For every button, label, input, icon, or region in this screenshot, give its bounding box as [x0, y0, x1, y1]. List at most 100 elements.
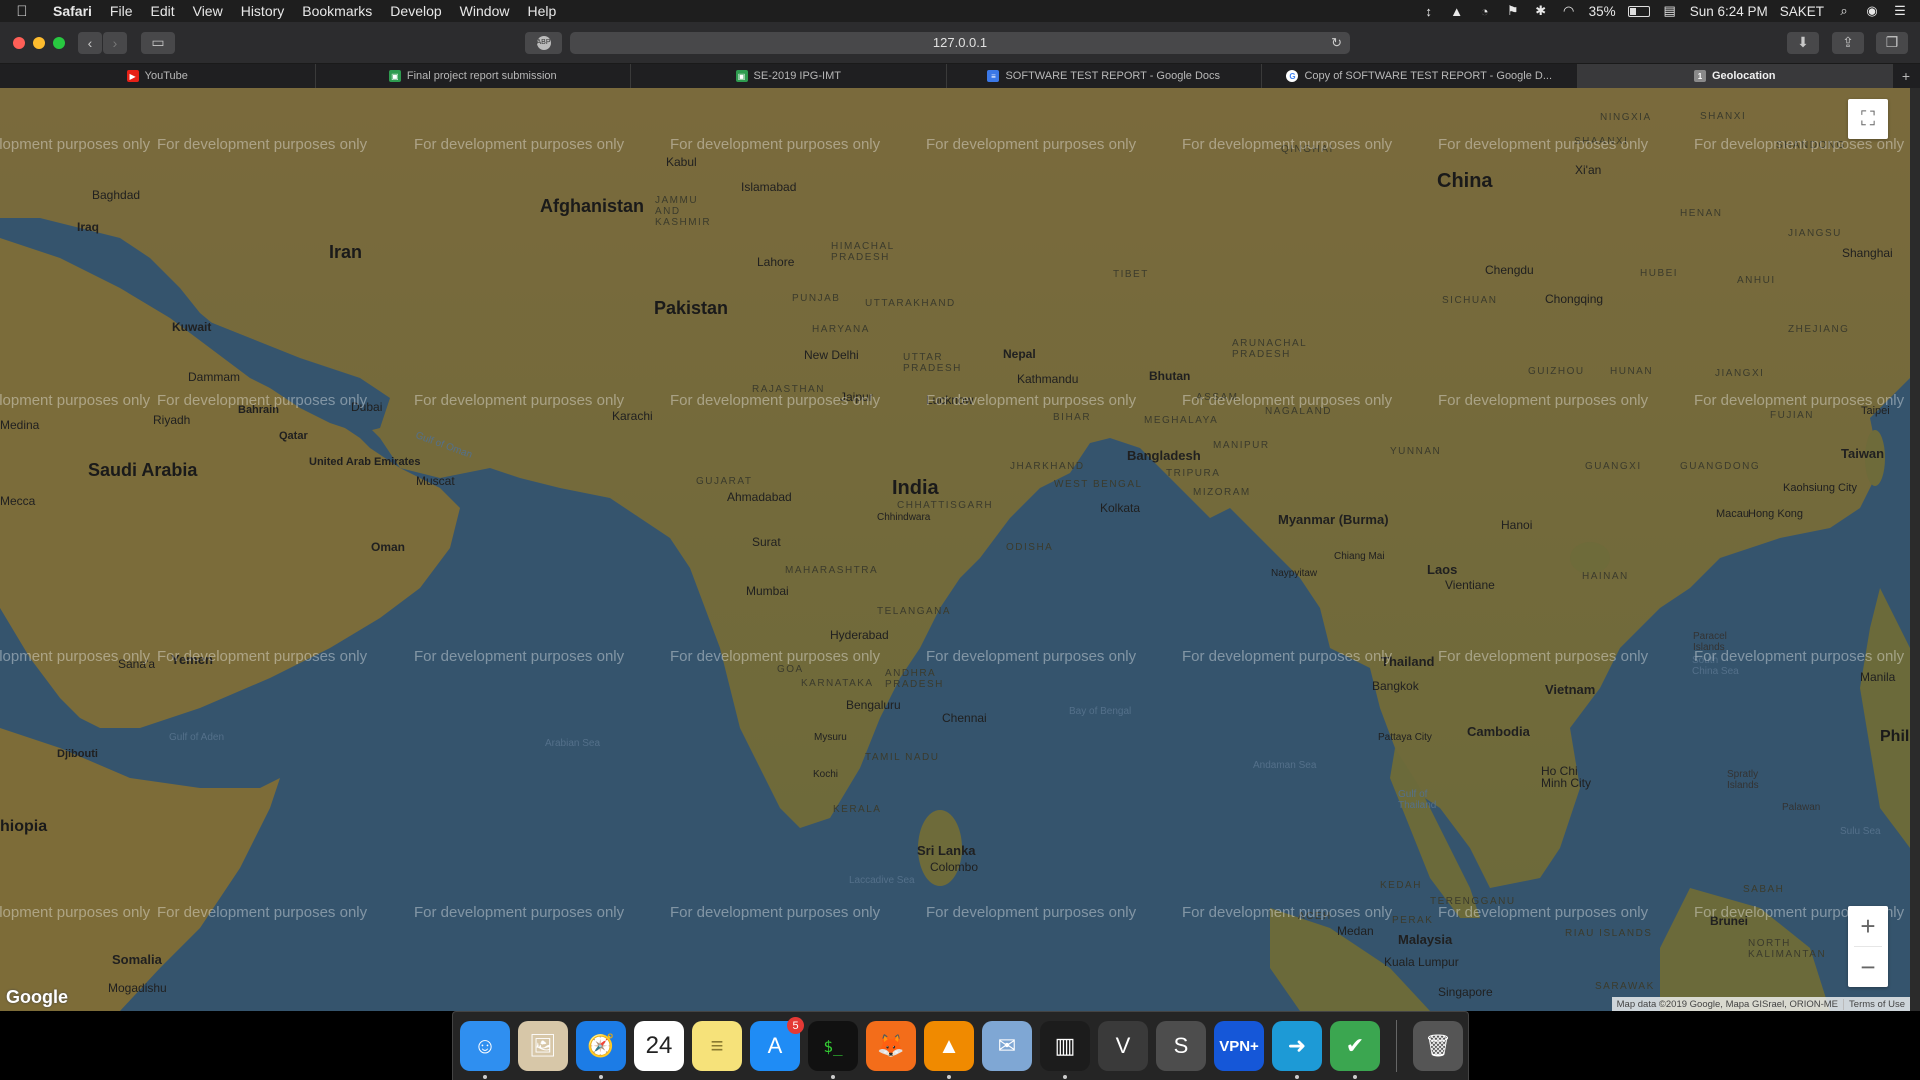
menu-edit[interactable]: Edit: [141, 0, 183, 22]
map-label: MANIPUR: [1213, 440, 1270, 451]
map-label: Mogadishu: [108, 981, 167, 995]
network-activity-icon[interactable]: ↕: [1421, 4, 1437, 19]
tab-final-project[interactable]: ▣ Final project report submission: [316, 64, 631, 88]
apple-menu-icon[interactable]: : [0, 3, 44, 20]
vlc-status-icon[interactable]: ▲: [1449, 4, 1465, 19]
menu-window[interactable]: Window: [451, 0, 519, 22]
map-label: Colombo: [930, 860, 979, 874]
dock-separator: [1396, 1020, 1397, 1072]
terms-of-use-link[interactable]: Terms of Use: [1843, 998, 1910, 1010]
menu-bar:  Safari File Edit View History Bookmark…: [0, 0, 1920, 22]
google-map[interactable]: China Afghanistan Iran Pakistan Iraq Kuw…: [0, 88, 1910, 1011]
address-bar[interactable]: 127.0.0.1 ↻: [570, 31, 1350, 54]
map-label: Qatar: [279, 430, 308, 442]
app-store-icon[interactable]: A5: [750, 1017, 804, 1071]
reload-icon[interactable]: ↻: [1331, 35, 1342, 51]
battery-percent[interactable]: 35%: [1589, 4, 1616, 19]
clock[interactable]: Sun 6:24 PM: [1690, 4, 1768, 19]
tab-geolocation[interactable]: 1 Geolocation: [1577, 64, 1893, 88]
menu-help[interactable]: Help: [518, 0, 565, 22]
adblock-button[interactable]: ABP: [525, 31, 562, 54]
page-scrollbar[interactable]: [1910, 88, 1920, 1011]
bluetooth-icon[interactable]: ✱: [1533, 3, 1549, 19]
battery-icon[interactable]: [1627, 5, 1650, 17]
notification-center-icon[interactable]: ☰: [1892, 3, 1908, 19]
forward-button[interactable]: ›: [103, 31, 127, 54]
calendar-icon[interactable]: 24: [634, 1021, 684, 1071]
map-label: Mecca: [0, 494, 36, 508]
window-controls: [0, 36, 65, 49]
map-label: SABAH: [1743, 884, 1785, 895]
firefox-icon[interactable]: 🦊: [866, 1021, 916, 1071]
map-label: Iraq: [77, 220, 100, 234]
map-label: Shanghai: [1842, 246, 1893, 260]
zoom-out-button[interactable]: −: [1848, 947, 1888, 987]
minimize-window-button[interactable]: [33, 36, 45, 49]
dock-glyph: 🗑: [1424, 1033, 1452, 1058]
tab-overview-button[interactable]: ❐: [1876, 31, 1908, 54]
siri-icon[interactable]: ◉: [1864, 3, 1880, 19]
user-name[interactable]: SAKET: [1780, 4, 1824, 19]
audio-app-icon[interactable]: ▥: [1040, 1021, 1090, 1079]
vpn-status-icon[interactable]: ◔: [1477, 4, 1493, 19]
zoom-in-button[interactable]: +: [1848, 906, 1888, 946]
share-button[interactable]: ⇪: [1832, 31, 1864, 54]
map-label: TIBET: [1113, 269, 1149, 280]
dev-watermark-text: For development purposes only: [0, 904, 151, 921]
terminal-icon[interactable]: $_: [808, 1021, 858, 1079]
trash-icon[interactable]: 🗑: [1413, 1021, 1463, 1071]
tab-youtube[interactable]: ▶ YouTube: [0, 64, 316, 88]
share-icon: ⇪: [1842, 34, 1854, 50]
menu-develop[interactable]: Develop: [381, 0, 450, 22]
map-label: Medan: [1337, 924, 1374, 938]
wifi-icon[interactable]: ◠: [1561, 3, 1577, 19]
dev-watermark-text: For development purposes only: [926, 392, 1137, 409]
close-window-button[interactable]: [13, 36, 25, 49]
dev-watermark-text: For development purposes only: [157, 392, 368, 409]
tick-app-icon[interactable]: ✔: [1330, 1021, 1380, 1079]
menu-bookmarks[interactable]: Bookmarks: [293, 0, 381, 22]
vectorworks-icon[interactable]: V: [1098, 1021, 1148, 1071]
flag-status-icon[interactable]: ⚑: [1505, 3, 1521, 19]
vlc-icon[interactable]: ▲: [924, 1021, 974, 1079]
mail-icon[interactable]: ✉: [982, 1021, 1032, 1071]
menu-app-safari[interactable]: Safari: [44, 0, 101, 22]
map-label: Vietnam: [1545, 682, 1596, 697]
back-button[interactable]: ‹: [78, 31, 102, 54]
new-tab-button[interactable]: +: [1893, 64, 1919, 88]
map-label: UTTARAKHAND: [865, 298, 956, 309]
map-label: WEST BENGAL: [1054, 479, 1143, 490]
google-icon: G: [1286, 70, 1299, 82]
input-flag-us-icon[interactable]: ▤: [1662, 3, 1678, 19]
sidebar-toggle-button[interactable]: ▭: [141, 31, 175, 54]
downloads-button[interactable]: ⬇: [1787, 31, 1819, 54]
map-label: Bhutan: [1149, 369, 1191, 383]
dock-glyph: 24: [645, 1032, 673, 1059]
attribution-text: Map data ©2019 Google, Mapa GISrael, ORI…: [1616, 998, 1839, 1010]
tab-se-2019[interactable]: ▣ SE-2019 IPG-IMT: [631, 64, 947, 88]
finder-icon[interactable]: ☺: [460, 1021, 510, 1079]
menu-history[interactable]: History: [232, 0, 294, 22]
map-label: Medina: [0, 418, 40, 432]
google-logo[interactable]: Google: [6, 987, 68, 1008]
sublime-icon[interactable]: S: [1156, 1021, 1206, 1071]
safari-icon[interactable]: 🧭: [576, 1021, 626, 1079]
tab-bar: ▶ YouTube ▣ Final project report submiss…: [0, 64, 1920, 88]
fullscreen-button[interactable]: ⛶: [1848, 99, 1888, 139]
map-label: Vientiane: [1445, 578, 1495, 592]
notes-icon[interactable]: ≡: [692, 1021, 742, 1071]
spotlight-search-icon[interactable]: ⌕: [1836, 3, 1852, 19]
map-label: JAMMU AND KASHMIR: [655, 195, 712, 228]
docs-icon: ≡: [987, 70, 1000, 82]
tab-software-test-report[interactable]: ≡ SOFTWARE TEST REPORT - Google Docs: [947, 64, 1262, 88]
migration-icon[interactable]: ➜: [1272, 1021, 1322, 1079]
dock-glyph: ☺: [473, 1033, 497, 1058]
map-label: Kuwait: [172, 320, 212, 334]
tab-copy-software-test-report[interactable]: G Copy of SOFTWARE TEST REPORT - Google …: [1262, 64, 1578, 88]
zoom-window-button[interactable]: [53, 36, 65, 49]
preview-icon[interactable]: 🖼: [518, 1021, 568, 1071]
map-label: HIMACHAL PRADESH: [831, 241, 895, 263]
menu-view[interactable]: View: [184, 0, 232, 22]
menu-file[interactable]: File: [101, 0, 142, 22]
vpn-icon[interactable]: VPN+: [1214, 1021, 1264, 1071]
